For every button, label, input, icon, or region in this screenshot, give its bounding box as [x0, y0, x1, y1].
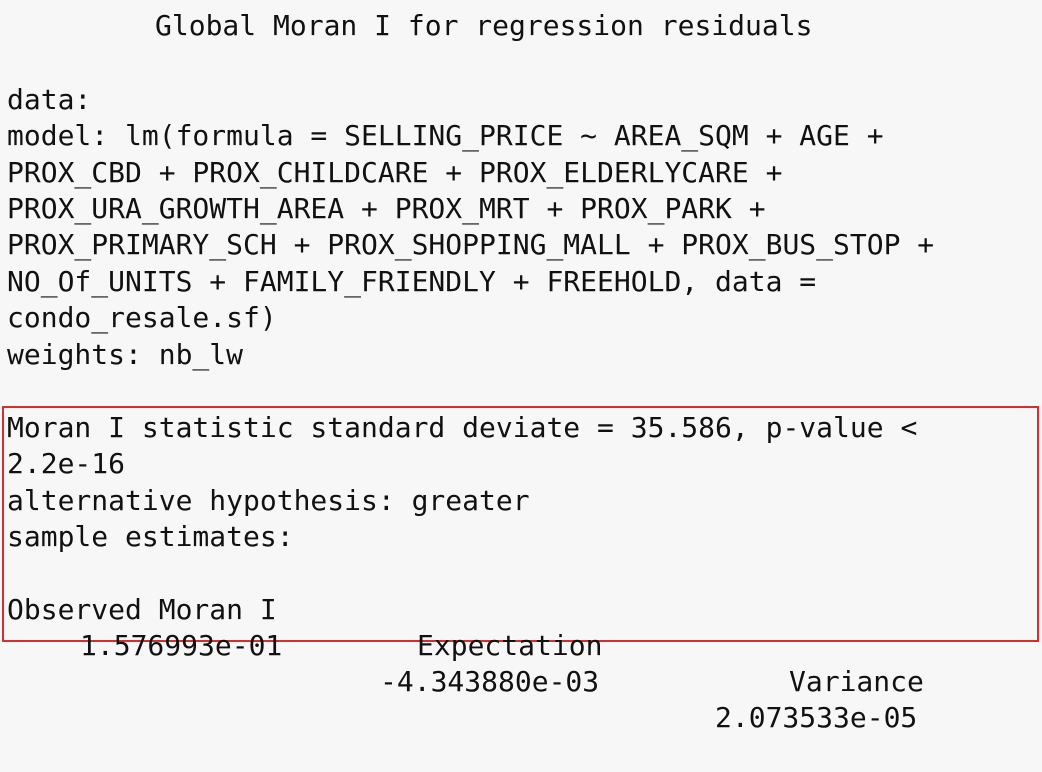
model-line: PROX_CBD + PROX_CHILDCARE + PROX_ELDERLY…	[7, 156, 783, 189]
statistic-line: Moran I statistic standard deviate = 35.…	[7, 411, 918, 444]
estimates-value-row: 1.576993e-01 -4.343880e-03 2.073533e-05	[7, 592, 917, 734]
value-observed: 1.576993e-01	[80, 629, 283, 662]
console-output: Global Moran I for regression residuals …	[0, 0, 1042, 734]
value-expectation: -4.343880e-03	[380, 665, 600, 698]
data-line: data:	[7, 83, 92, 116]
header-variance: Variance	[789, 665, 924, 698]
weights-line: weights: nb_lw	[7, 338, 244, 371]
model-line: NO_Of_UNITS + FAMILY_FRIENDLY + FREEHOLD…	[7, 265, 817, 298]
pvalue-line: 2.2e-16	[7, 447, 126, 480]
header-expectation: Expectation	[417, 629, 603, 662]
model-line: PROX_URA_GROWTH_AREA + PROX_MRT + PROX_P…	[7, 192, 766, 225]
value-variance: 2.073533e-05	[715, 701, 918, 734]
model-line: condo_resale.sf)	[7, 301, 277, 334]
model-line: model: lm(formula = SELLING_PRICE ~ AREA…	[7, 119, 884, 152]
output-title: Global Moran I for regression residuals	[155, 9, 813, 42]
model-line: PROX_PRIMARY_SCH + PROX_SHOPPING_MALL + …	[7, 228, 935, 261]
sample-estimates-label: sample estimates:	[7, 520, 294, 553]
alternative-hypothesis-line: alternative hypothesis: greater	[7, 484, 530, 517]
estimates-header-row: Observed Moran I Expectation Variance	[7, 556, 924, 698]
